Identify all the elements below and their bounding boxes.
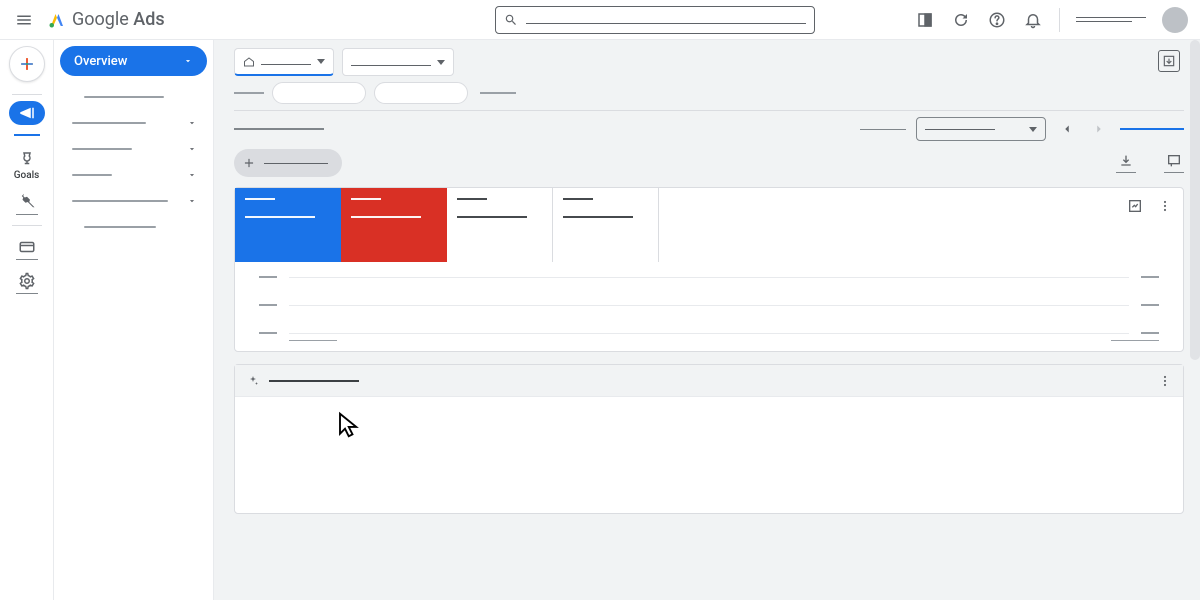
metric-tile-cpc[interactable] xyxy=(447,188,553,262)
download-icon[interactable] xyxy=(1116,153,1136,173)
product-name: Google Ads xyxy=(72,9,165,30)
rail-goals[interactable]: Goals xyxy=(4,144,50,185)
left-rail: Goals xyxy=(0,40,54,600)
date-range-select[interactable] xyxy=(916,117,1046,141)
rail-admin[interactable] xyxy=(4,266,50,298)
metric-tile-cost[interactable] xyxy=(553,188,659,262)
date-next-button xyxy=(1088,118,1110,140)
scrollbar[interactable] xyxy=(1190,40,1200,360)
menu-icon[interactable] xyxy=(12,8,36,32)
scope-account[interactable] xyxy=(234,48,334,76)
sidebar-item-change-history[interactable] xyxy=(72,214,207,240)
add-filter[interactable] xyxy=(480,92,516,94)
product-logo[interactable]: Google Ads xyxy=(48,9,165,30)
chevron-down-icon xyxy=(317,59,325,64)
help-icon[interactable] xyxy=(987,10,1007,30)
sidebar-item-insights[interactable] xyxy=(60,110,207,136)
notifications-icon[interactable] xyxy=(1023,10,1043,30)
chevron-down-icon xyxy=(437,60,445,65)
metric-tile-clicks[interactable] xyxy=(235,188,341,262)
rail-tools[interactable] xyxy=(4,187,50,219)
account-switcher[interactable] xyxy=(1076,17,1146,22)
filter-bar xyxy=(234,82,1184,104)
expand-chart-icon[interactable] xyxy=(1127,198,1143,214)
filter-label xyxy=(234,92,264,94)
sidebar-item-audiences[interactable] xyxy=(60,188,207,214)
filter-chip[interactable] xyxy=(374,82,468,104)
feedback-icon[interactable] xyxy=(1164,153,1184,173)
sidebar-item-overview[interactable]: Overview xyxy=(60,46,207,76)
rail-goals-label: Goals xyxy=(14,170,40,181)
scope-campaign[interactable] xyxy=(342,48,454,76)
search-input[interactable] xyxy=(495,6,815,34)
create-button[interactable] xyxy=(9,46,45,82)
sidebar-item-campaigns[interactable] xyxy=(60,136,207,162)
refresh-icon[interactable] xyxy=(951,10,971,30)
main-content xyxy=(214,40,1200,600)
chevron-down-icon xyxy=(1029,127,1037,132)
performance-card xyxy=(234,187,1184,352)
appearance-icon[interactable] xyxy=(915,10,935,30)
compare-label xyxy=(860,129,906,130)
home-icon xyxy=(243,56,255,68)
sidebar-item-recommendations[interactable] xyxy=(72,84,207,110)
sidebar-item-assets[interactable] xyxy=(60,162,207,188)
sparkle-icon xyxy=(247,375,259,387)
save-layout-icon[interactable] xyxy=(1158,50,1180,72)
plus-icon xyxy=(242,156,256,170)
recommendations-card xyxy=(234,364,1184,514)
custom-date-link[interactable] xyxy=(1120,128,1184,130)
rail-campaigns[interactable] xyxy=(9,101,45,125)
rail-billing[interactable] xyxy=(4,232,50,264)
search-icon xyxy=(504,13,518,27)
filter-chip[interactable] xyxy=(272,82,366,104)
add-card-button[interactable] xyxy=(234,149,342,177)
page-title xyxy=(234,128,324,130)
avatar[interactable] xyxy=(1162,7,1188,33)
metric-tile-impressions[interactable] xyxy=(341,188,447,262)
card-menu-icon[interactable] xyxy=(1157,198,1173,214)
card-title xyxy=(269,380,359,382)
performance-chart xyxy=(235,262,1183,351)
card-menu-icon[interactable] xyxy=(1157,373,1173,393)
app-header: Google Ads xyxy=(0,0,1200,40)
sidebar: Overview xyxy=(54,40,214,600)
date-prev-button[interactable] xyxy=(1056,118,1078,140)
